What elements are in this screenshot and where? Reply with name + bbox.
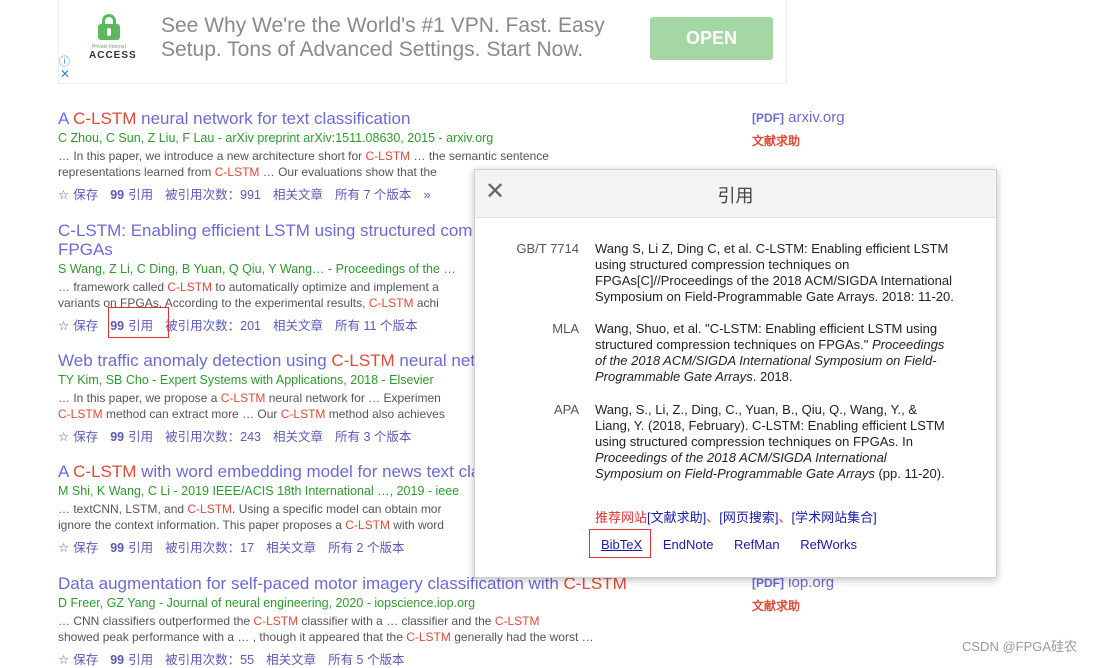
versions-link[interactable]: 所有 5 个版本 [328,653,404,667]
cited-by-link[interactable]: 被引用次数：55 [165,653,254,667]
save-button[interactable]: 保存 [73,188,98,202]
star-icon[interactable]: ☆ [58,188,69,202]
dialog-header: ✕ 引用 [475,170,996,218]
related-link[interactable]: 相关文章 [273,430,323,444]
save-button[interactable]: 保存 [73,319,98,333]
recommended-sites: 推荐网站[文献求助]、[网页搜索]、[学术网站集合] [595,507,877,526]
versions-link[interactable]: 所有 11 个版本 [335,319,417,333]
star-icon[interactable]: ☆ [58,430,69,444]
save-button[interactable]: 保存 [73,541,98,555]
cited-by-link[interactable]: 被引用次数：17 [165,541,254,555]
search-result: Data augmentation for self-paced motor i… [58,574,658,668]
export-refman[interactable]: RefMan [734,537,780,552]
ad-brand: ACCESS [89,50,137,61]
citation-text[interactable]: Wang S, Li Z, Ding C, et al. C-LSTM: Ena… [595,241,955,305]
separator: 、 [706,510,720,525]
star-icon[interactable]: ☆ [58,653,69,667]
dialog-title: 引用 [717,186,754,206]
export-endnote[interactable]: EndNote [663,537,714,552]
related-link[interactable]: 相关文章 [273,319,323,333]
result-authors: D Freer, GZ Yang - Journal of neural eng… [58,596,476,610]
citation-text[interactable]: Wang, Shuo, et al. "C-LSTM: Enabling eff… [595,321,955,385]
side-link: [PDF] iop.org 文献求助 [752,574,834,614]
cited-by-link[interactable]: 被引用次数：991 [165,188,261,202]
versions-link[interactable]: 所有 2 个版本 [328,541,404,555]
citation-format-label: GB/T 7714 [516,241,579,256]
ad-close-icon[interactable]: ✕ [60,67,70,81]
watermark: CSDN @FPGA硅农 [962,639,1078,654]
request-link[interactable]: 文献求助 [752,132,845,149]
quote-icon[interactable]: 99 [110,541,124,555]
result-title[interactable]: A C-LSTM neural network for text classif… [58,109,658,128]
result-snippet: … CNN classifiers outperformed the C-LST… [58,614,594,644]
result-authors: C Zhou, C Sun, Z Liu, F Lau - arXiv prep… [58,131,494,145]
links-prefix: 推荐网站 [595,510,648,525]
cite-button[interactable]: 引用 [128,541,153,555]
result-actions: ☆ 保存 99 引用 被引用次数：55 相关文章 所有 5 个版本 [58,649,658,668]
cited-by-link[interactable]: 被引用次数：243 [165,430,261,444]
star-icon[interactable]: ☆ [58,319,69,333]
save-button[interactable]: 保存 [73,430,98,444]
versions-link[interactable]: 所有 7 个版本 [335,188,411,202]
more-icon[interactable]: » [423,188,430,202]
link-request[interactable]: [文献求助] [647,510,706,525]
quote-icon[interactable]: 99 [110,653,124,667]
vpn-ad-banner[interactable]: Private Internet ACCESS See Why We're th… [58,0,787,84]
export-refworks[interactable]: RefWorks [800,537,857,552]
related-link[interactable]: 相关文章 [266,541,316,555]
quote-icon[interactable]: 99 [110,430,124,444]
cite-button[interactable]: 引用 [128,653,153,667]
cite-button[interactable]: 引用 [128,188,153,202]
versions-link[interactable]: 所有 3 个版本 [335,430,411,444]
pdf-link[interactable]: [PDF] arxiv.org [752,109,845,126]
related-link[interactable]: 相关文章 [266,653,316,667]
request-link[interactable]: 文献求助 [752,597,834,614]
cited-by-link[interactable]: 被引用次数：201 [165,319,261,333]
star-icon[interactable]: ☆ [58,541,69,555]
ad-text[interactable]: See Why We're the World's #1 VPN. Fast. … [161,14,631,62]
cite-highlight-box [108,307,169,338]
save-button[interactable]: 保存 [73,653,98,667]
quote-icon[interactable]: 99 [110,188,124,202]
cite-dialog: ✕ 引用 GB/T 7714 Wang S, Li Z, Ding C, et … [474,169,997,578]
lock-icon [98,14,120,40]
link-academic-sites[interactable]: [学术网站集合] [792,510,877,525]
vpn-logo: Private Internet ACCESS [89,14,137,69]
citation-format-label: APA [553,402,579,417]
related-link[interactable]: 相关文章 [273,188,323,202]
bibtex-highlight-box [589,529,651,558]
citation-text[interactable]: Wang, S., Li, Z., Ding, C., Yuan, B., Qi… [595,402,955,482]
side-link: [PDF] arxiv.org 文献求助 [752,109,845,149]
separator: 、 [778,510,792,525]
citation-format-label: MLA [552,321,579,336]
ad-open-button[interactable]: OPEN [650,17,773,60]
cite-button[interactable]: 引用 [128,430,153,444]
link-web-search[interactable]: [网页搜索] [719,510,778,525]
